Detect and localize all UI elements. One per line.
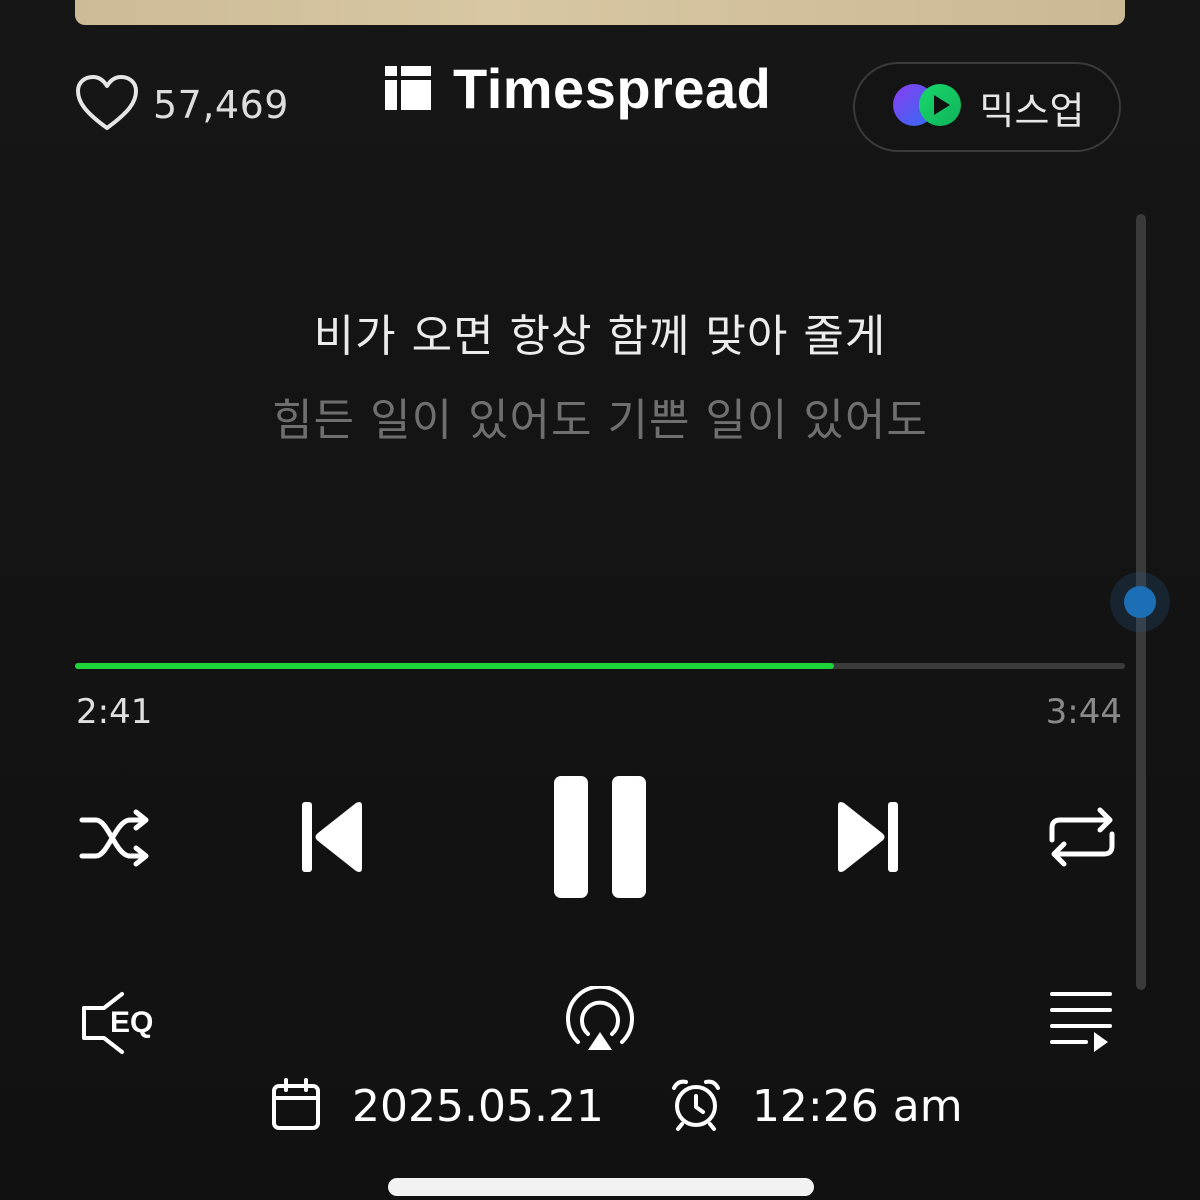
previous-button[interactable] [298,800,368,878]
mixup-button[interactable]: 믹스업 [853,62,1121,152]
shuffle-button[interactable] [78,808,154,872]
side-slider-thumb[interactable] [1110,572,1170,632]
progress-fill [75,663,835,669]
date-text: 2025.05.21 [352,1080,604,1132]
calendar-icon [270,1076,322,1136]
repeat-button[interactable] [1044,806,1120,872]
airplay-button[interactable] [562,984,638,1060]
like-count: 57,469 [153,83,289,127]
lyric-next-line[interactable]: 힘든 일이 있어도 기쁜 일이 있어도 [0,384,1200,448]
playlist-icon [1046,988,1116,1058]
progress-bar[interactable] [75,663,1125,669]
next-button[interactable] [832,800,902,878]
mixup-label: 믹스업 [979,88,1085,133]
datetime-bar: 2025.05.21 12:26 am [270,1076,963,1136]
lyric-current-line[interactable]: 비가 오면 항상 함께 맞아 줄게 [0,300,1200,364]
album-art[interactable] [75,0,1125,25]
brand-watermark: Timespread [383,56,771,121]
eq-label: EQ [110,1006,154,1039]
pause-button[interactable] [552,776,648,902]
like-group[interactable]: 57,469 [75,74,289,136]
eq-icon: EQ [76,990,166,1060]
total-time: 3:44 [1045,692,1122,732]
brand-logo-icon [383,62,433,116]
mixup-icon [890,81,966,133]
home-indicator[interactable] [388,1178,814,1196]
previous-icon [298,798,368,880]
current-time: 2:41 [76,692,153,732]
airplay-icon [562,984,638,1060]
shuffle-icon [78,806,154,874]
alarm-clock-icon [668,1076,724,1136]
next-icon [832,798,902,880]
eq-button[interactable]: EQ [76,990,166,1060]
pause-icon [552,774,648,904]
heart-icon[interactable] [75,74,139,136]
repeat-icon [1044,804,1120,874]
playlist-button[interactable] [1046,990,1116,1056]
brand-name: Timespread [453,57,772,120]
clock-time-text: 12:26 am [751,1080,963,1132]
